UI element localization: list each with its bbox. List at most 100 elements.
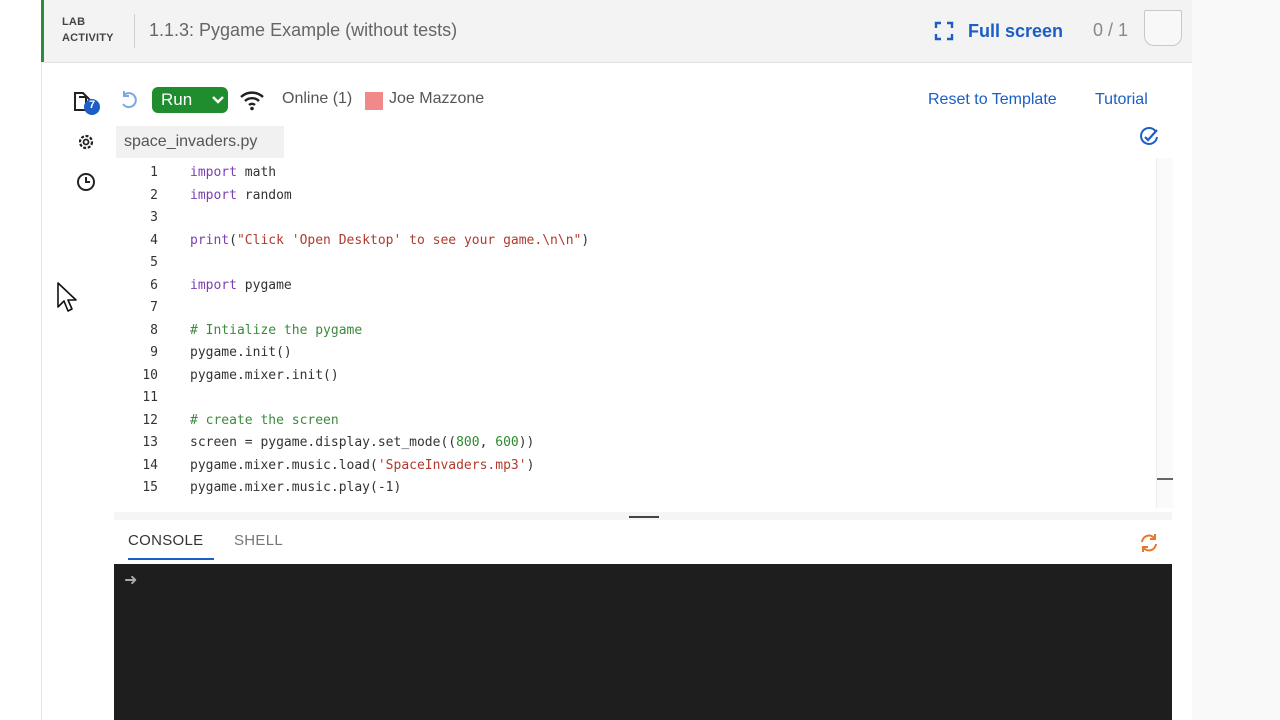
line-number: 12 [142, 412, 158, 428]
code-line[interactable]: 4 print("Click 'Open Desktop' to see your… [116, 230, 589, 252]
files-count-badge: 7 [88, 99, 96, 111]
code-token: ) [526, 457, 535, 473]
code-text: pygame.mixer.music.load('SpaceInvaders.m… [190, 455, 534, 477]
code-text: import pygame [190, 275, 292, 297]
code-line[interactable]: 2 import random [116, 185, 292, 207]
code-line[interactable]: 12 # create the screen [116, 410, 338, 432]
mouse-cursor [56, 281, 78, 315]
code-text: # create the screen [190, 410, 339, 432]
cursor-arrow-icon [57, 282, 77, 312]
code-line[interactable]: 8 # Intialize the pygame [116, 320, 362, 342]
reload-button[interactable] [118, 89, 140, 111]
code-text: import math [190, 162, 276, 184]
history-button[interactable] [76, 172, 96, 192]
code-editor[interactable]: 1 import math 2 import random 3 4 print("Click… [116, 158, 1156, 508]
code-token: 800 [456, 435, 480, 450]
run-button[interactable]: Run [152, 87, 228, 113]
code-token: random [236, 187, 292, 203]
refresh-icon [1141, 534, 1157, 552]
line-number: 10 [142, 367, 158, 383]
code-token: import [190, 187, 237, 203]
lab-tag-line2: ACTIVITY [62, 32, 114, 44]
code-token: ) [581, 232, 590, 248]
line-number: 13 [142, 435, 158, 450]
check-circle-icon [1140, 127, 1158, 145]
code-token: # Intialize the pygame [190, 322, 363, 338]
score-counter: 0 / 1 [1093, 20, 1129, 40]
file-tab-label: space_invaders.py [124, 133, 258, 150]
full-screen-label: Full screen [968, 20, 1064, 41]
right-margin [1192, 0, 1280, 720]
code-text: import random [190, 185, 292, 207]
code-token: 600 [495, 435, 519, 450]
completion-badge [1144, 10, 1182, 46]
line-number: 1 [150, 165, 158, 180]
code-text: pygame.mixer.music.play(-1) [190, 477, 401, 499]
settings-button[interactable] [76, 132, 96, 152]
code-token: ( [229, 232, 237, 248]
code-token: pygame [236, 277, 292, 293]
line-number: 3 [150, 210, 158, 225]
chevron-down-icon[interactable] [211, 95, 225, 105]
code-text: screen = pygame.display.set_mode((800, 6… [190, 432, 534, 454]
code-token: math [236, 165, 277, 180]
activity-title: 1.1.3: Pygame Example (without tests) [149, 20, 458, 40]
saved-status [1138, 126, 1160, 148]
code-line[interactable]: 5 [116, 252, 158, 274]
line-number: 2 [150, 187, 158, 203]
line-number: 4 [150, 232, 158, 248]
line-number: 15 [142, 480, 158, 495]
reload-icon [122, 91, 137, 109]
reset-to-template-button[interactable]: Reset to Template [928, 91, 1057, 109]
tutorial-button[interactable]: Tutorial [1095, 91, 1148, 109]
online-status: Online (1) [282, 90, 353, 107]
code-token: # create the screen [190, 412, 339, 428]
gear-icon [78, 134, 94, 150]
code-token: )) [518, 435, 535, 450]
console-prompt: ➜ [124, 572, 138, 589]
user-color-swatch [365, 92, 383, 110]
code-line[interactable]: 7 [116, 297, 158, 319]
lab-header: LAB ACTIVITY 1.1.3: Pygame Example (with… [44, 0, 1192, 63]
clock-icon [77, 173, 95, 191]
code-token: 'SpaceInvaders.mp3' [377, 457, 527, 473]
code-text: print("Click 'Open Desktop' to see your … [190, 230, 589, 252]
tab-shell[interactable]: SHELL [234, 532, 283, 549]
active-tab-indicator [128, 558, 214, 560]
header-divider [134, 14, 135, 48]
code-line[interactable]: 14 pygame.mixer.music.load('SpaceInvaders… [116, 455, 534, 477]
connection-status [238, 88, 266, 112]
restart-console-button[interactable] [1138, 532, 1160, 554]
editor-scroll-thumb[interactable] [1157, 478, 1173, 480]
expand-icon [934, 21, 954, 41]
splitter-grip[interactable] [629, 516, 659, 518]
full-screen-button[interactable]: Full screen [934, 18, 1063, 44]
line-number: 6 [150, 277, 158, 293]
file-tab[interactable]: space_invaders.py [116, 126, 284, 158]
code-token: screen = pygame.display.set_mode(( [190, 435, 457, 450]
code-token: pygame.mixer.music.load( [190, 457, 378, 473]
code-token: pygame.mixer.music.play(-1) [190, 480, 402, 495]
tab-console[interactable]: CONSOLE [128, 532, 203, 549]
code-line[interactable]: 9 pygame.init() [116, 342, 292, 364]
page-left-border [41, 62, 42, 720]
wifi-icon [240, 91, 264, 111]
files-button[interactable]: 7 [72, 90, 104, 118]
code-line[interactable]: 13 screen = pygame.display.set_mode((800,… [116, 432, 534, 454]
editor-scrollbar[interactable] [1156, 158, 1173, 508]
code-token: "Click 'Open Desktop' to see your game.\… [236, 232, 582, 248]
code-line[interactable]: 15 pygame.mixer.music.play(-1) [116, 477, 401, 499]
code-token: import [190, 165, 237, 180]
console-output[interactable]: ➜ [114, 564, 1172, 720]
code-text: pygame.init() [190, 342, 292, 364]
line-number: 8 [150, 322, 158, 338]
user-name: Joe Mazzone [389, 90, 485, 107]
code-line[interactable]: 6 import pygame [116, 275, 292, 297]
code-line[interactable]: 11 [116, 387, 158, 409]
code-line[interactable]: 3 [116, 207, 158, 229]
code-line[interactable]: 1 import math [116, 162, 276, 184]
code-line[interactable]: 10 pygame.mixer.init() [116, 365, 338, 387]
run-label: Run [161, 90, 193, 109]
line-number: 9 [150, 345, 158, 360]
code-text: # Intialize the pygame [190, 320, 362, 342]
